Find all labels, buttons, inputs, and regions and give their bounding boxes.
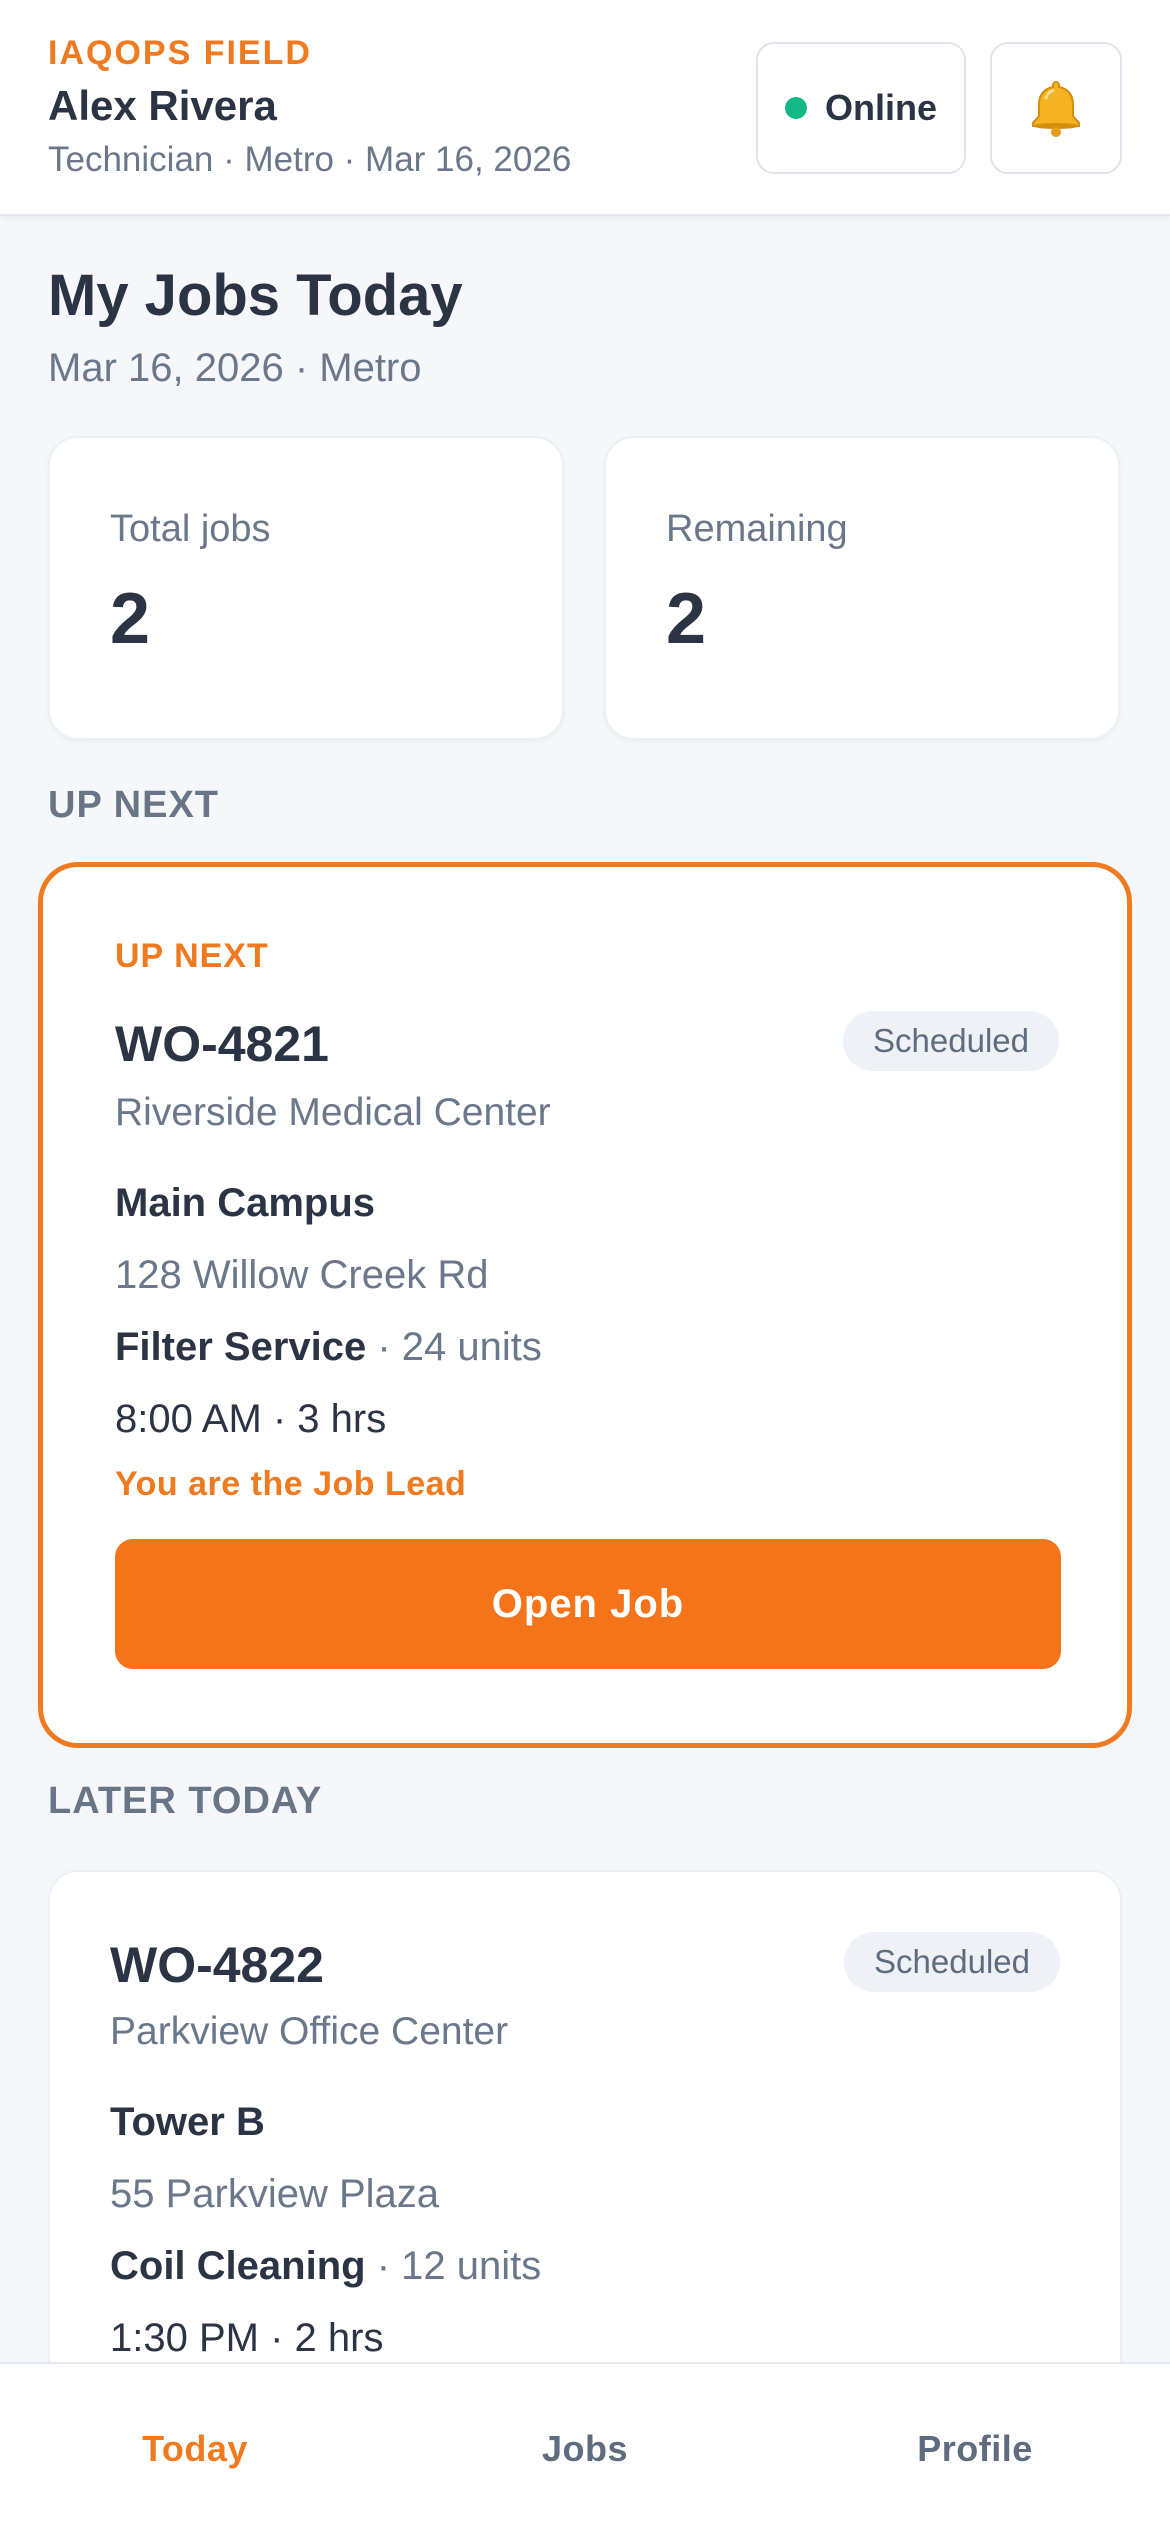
status-badge: Scheduled bbox=[843, 1011, 1059, 1071]
client-name: Parkview Office Center bbox=[110, 2010, 509, 2053]
total-jobs-value: 2 bbox=[110, 579, 151, 659]
service-type: Coil Cleaning bbox=[110, 2244, 366, 2288]
user-name: Alex Rivera bbox=[48, 82, 277, 129]
job-time: 8:00 AM · 3 hrs bbox=[115, 1397, 387, 1441]
client-name: Riverside Medical Center bbox=[115, 1091, 551, 1134]
up-next-tag: UP NEXT bbox=[115, 937, 269, 975]
notifications-button[interactable] bbox=[990, 42, 1122, 174]
site-address: 128 Willow Creek Rd bbox=[115, 1253, 489, 1297]
service-line: Coil Cleaning · 12 units bbox=[110, 2244, 541, 2289]
job-lead-note: You are the Job Lead bbox=[115, 1465, 467, 1503]
work-order-id: WO-4822 bbox=[110, 1937, 324, 1993]
total-jobs-card: Total jobs 2 bbox=[48, 436, 564, 740]
total-jobs-label: Total jobs bbox=[110, 508, 271, 550]
user-meta: Technician · Metro · Mar 16, 2026 bbox=[48, 140, 572, 179]
service-units: · 24 units bbox=[366, 1325, 542, 1369]
open-job-button[interactable]: Open Job bbox=[115, 1539, 1061, 1669]
online-status-button[interactable]: Online bbox=[756, 42, 966, 174]
bottom-nav: Today Jobs Profile bbox=[0, 2362, 1170, 2532]
brand-label: IAQOPS FIELD bbox=[48, 34, 312, 72]
remaining-jobs-value: 2 bbox=[666, 579, 707, 659]
app-screen: IAQOPS FIELD Alex Rivera Technician · Me… bbox=[0, 0, 1170, 2532]
app-header: IAQOPS FIELD Alex Rivera Technician · Me… bbox=[0, 0, 1170, 216]
status-label: Online bbox=[824, 87, 937, 128]
online-dot-icon bbox=[784, 97, 807, 119]
service-units: · 12 units bbox=[365, 2244, 542, 2288]
status-badge: Scheduled bbox=[844, 1932, 1060, 1992]
bell-icon bbox=[1032, 80, 1080, 137]
job-card-up-next[interactable]: UP NEXT WO-4821 Scheduled Riverside Medi… bbox=[38, 862, 1132, 1748]
remaining-jobs-label: Remaining bbox=[666, 508, 848, 550]
nav-tab-today[interactable]: Today bbox=[0, 2364, 390, 2532]
site-name: Main Campus bbox=[115, 1181, 376, 1225]
job-time: 1:30 PM · 2 hrs bbox=[110, 2316, 384, 2360]
page-subtitle: Mar 16, 2026 · Metro bbox=[48, 346, 422, 390]
service-line: Filter Service · 24 units bbox=[115, 1325, 542, 1370]
page-title: My Jobs Today bbox=[48, 263, 463, 328]
service-type: Filter Service bbox=[115, 1325, 367, 1369]
section-later-today: LATER TODAY bbox=[48, 1780, 323, 1822]
nav-tab-profile[interactable]: Profile bbox=[780, 2364, 1170, 2532]
site-name: Tower B bbox=[110, 2100, 265, 2144]
work-order-id: WO-4821 bbox=[115, 1016, 329, 1072]
remaining-jobs-card: Remaining 2 bbox=[604, 436, 1120, 740]
section-up-next: UP NEXT bbox=[48, 784, 220, 826]
site-address: 55 Parkview Plaza bbox=[110, 2172, 440, 2216]
nav-tab-jobs[interactable]: Jobs bbox=[390, 2364, 780, 2532]
